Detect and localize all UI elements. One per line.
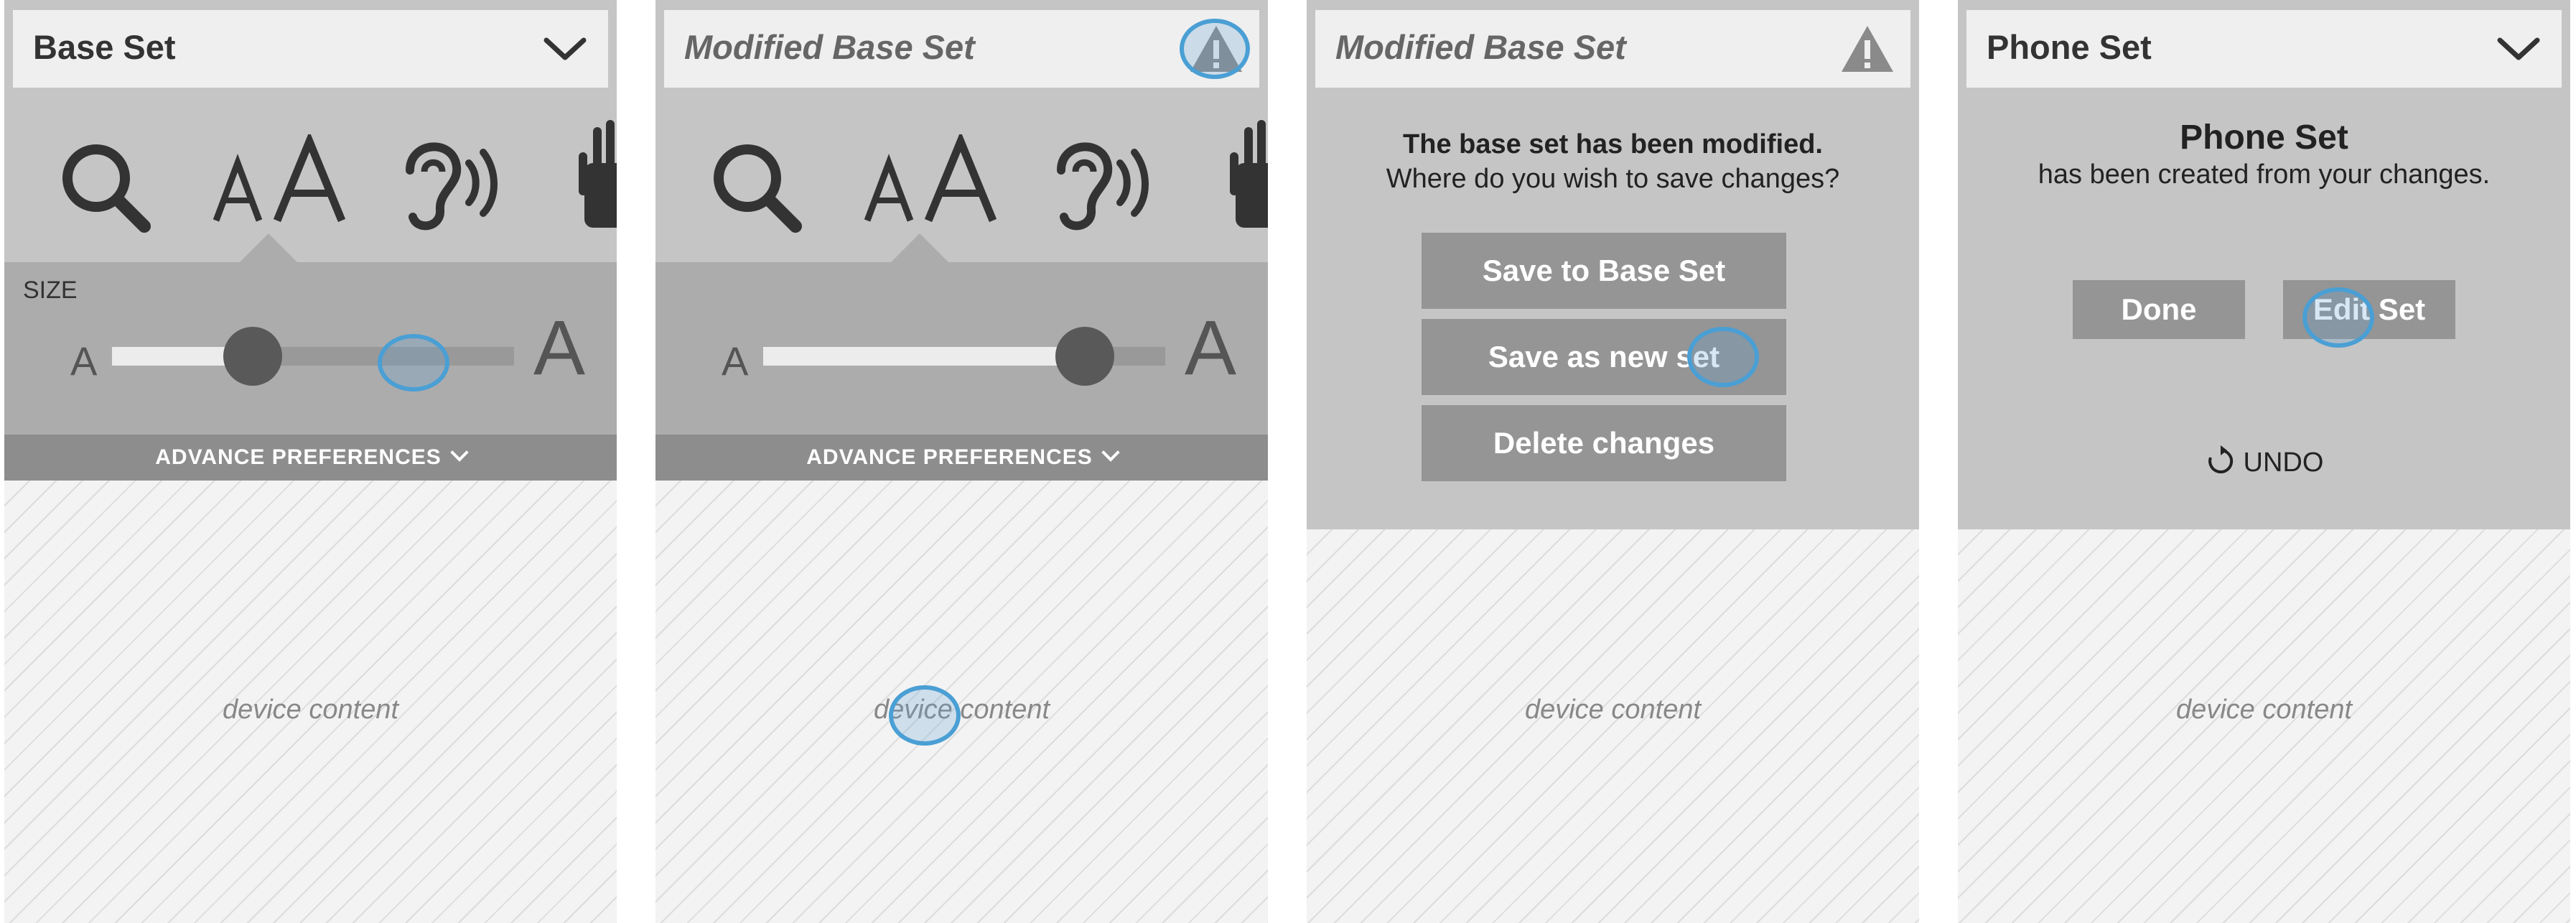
device-content-area: device content	[655, 481, 1268, 923]
text-size-icon[interactable]	[860, 134, 1004, 235]
slider-thumb[interactable]	[1055, 327, 1114, 386]
device-content-label: device content	[873, 695, 1050, 725]
text-size-icon[interactable]	[209, 134, 353, 235]
slider-max-label: A	[533, 304, 586, 391]
save-to-base-set-button[interactable]: Save to Base Set	[1422, 233, 1786, 309]
tap-indicator	[889, 685, 961, 746]
tap-indicator	[1687, 327, 1759, 387]
hand-icon[interactable]	[577, 120, 617, 235]
search-icon[interactable]	[55, 138, 162, 238]
created-set-name: Phone Set	[2180, 119, 2348, 157]
panel-modified-base-set: Modified Base Set A A ADVANCE PREFERENCE…	[655, 0, 1268, 923]
set-title: Modified Base Set	[1335, 28, 1626, 66]
selected-tool-pointer	[891, 233, 948, 262]
modified-message: The base set has been modified.	[1403, 129, 1823, 159]
chevron-down-icon[interactable]	[536, 22, 594, 76]
device-content-label: device content	[1524, 695, 1702, 725]
chevron-down-icon[interactable]	[2490, 22, 2547, 76]
advance-preferences-button[interactable]: ADVANCE PREFERENCES	[655, 435, 1268, 481]
advance-preferences-button[interactable]: ADVANCE PREFERENCES	[4, 435, 617, 481]
device-content-area: device content	[1307, 529, 1919, 923]
tap-indicator	[1180, 19, 1250, 79]
device-content-label: device content	[2175, 695, 2353, 725]
done-button[interactable]: Done	[2073, 280, 2245, 339]
panel-save-dialog: Modified Base Set The base set has been …	[1307, 0, 1919, 923]
tap-indicator	[2302, 287, 2374, 348]
warning-icon[interactable]	[1839, 22, 1896, 76]
slider-fill	[763, 347, 1085, 366]
slider-min-label: A	[722, 338, 749, 384]
undo-label: UNDO	[2243, 447, 2324, 478]
advance-preferences-label: ADVANCE PREFERENCES	[155, 445, 442, 469]
panel-base-set: Base Set SIZE A A ADVANCE PREFERENCES de…	[4, 0, 617, 923]
size-control: A A	[655, 262, 1268, 435]
slider-max-label: A	[1185, 304, 1237, 391]
search-icon[interactable]	[706, 138, 813, 238]
slider-thumb[interactable]	[223, 327, 282, 386]
device-content-label: device content	[222, 695, 399, 725]
tool-icons-row	[4, 98, 617, 262]
device-content-area: device content	[4, 481, 617, 923]
chevron-down-icon	[1101, 443, 1120, 462]
hearing-icon[interactable]	[388, 127, 510, 235]
chevron-down-icon	[450, 443, 469, 462]
slider-min-label: A	[70, 338, 98, 384]
delete-changes-button[interactable]: Delete changes	[1422, 405, 1786, 481]
undo-icon	[2208, 445, 2233, 473]
size-label: SIZE	[23, 277, 78, 304]
set-title: Phone Set	[1987, 28, 2152, 66]
size-control: SIZE A A	[4, 262, 617, 435]
set-title: Base Set	[33, 28, 176, 66]
save-question: Where do you wish to save changes?	[1386, 164, 1840, 194]
set-selector-header[interactable]: Base Set	[13, 10, 608, 88]
tool-icons-row	[655, 98, 1268, 262]
hand-icon[interactable]	[1228, 120, 1268, 235]
undo-button[interactable]: UNDO	[1958, 445, 2570, 478]
selected-tool-pointer	[240, 233, 297, 262]
created-message: has been created from your changes.	[2038, 159, 2491, 190]
set-selector-header[interactable]: Modified Base Set	[664, 10, 1259, 88]
set-selector-header[interactable]: Phone Set	[1966, 10, 2562, 88]
hearing-icon[interactable]	[1040, 127, 1162, 235]
set-selector-header[interactable]: Modified Base Set	[1315, 10, 1910, 88]
set-title: Modified Base Set	[684, 28, 975, 66]
tap-indicator	[378, 334, 449, 391]
device-content-area: device content	[1958, 529, 2570, 923]
advance-preferences-label: ADVANCE PREFERENCES	[806, 445, 1093, 469]
panel-phone-set: Phone Set Phone Set has been created fro…	[1958, 0, 2570, 923]
